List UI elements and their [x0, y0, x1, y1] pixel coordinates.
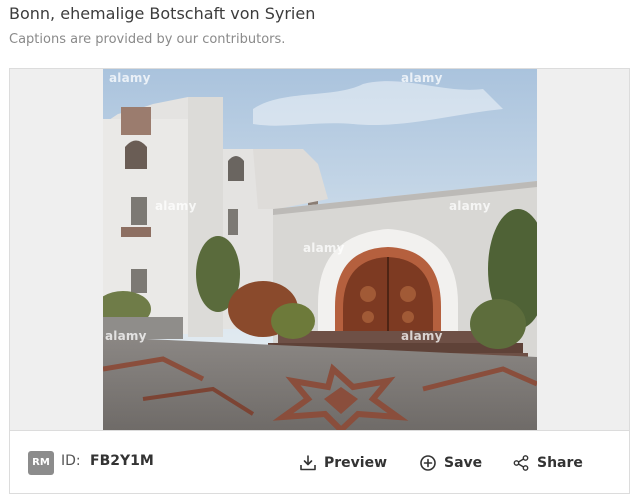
watermark: alamy [303, 241, 345, 255]
stock-photo[interactable]: alamy alamy alamy alamy alamy alamy alam… [103, 69, 537, 430]
share-button[interactable]: Share [512, 451, 583, 475]
image-id-label: ID: [61, 453, 81, 469]
page-title: Bonn, ehemalige Botschaft von Syrien [9, 4, 316, 23]
share-nodes-icon [512, 454, 530, 472]
watermark: alamy [401, 71, 443, 85]
image-id-value: FB2Y1M [90, 453, 154, 469]
save-button[interactable]: Save [419, 451, 482, 475]
image-footer: RM ID: FB2Y1M Preview Save Share [10, 430, 629, 493]
license-badge: RM [28, 451, 54, 475]
image-viewer[interactable]: alamy alamy alamy alamy alamy alamy alam… [10, 69, 629, 430]
save-label: Save [444, 455, 483, 471]
share-label: Share [537, 455, 583, 471]
watermark: alamy [109, 71, 151, 85]
preview-button[interactable]: Preview [299, 451, 387, 475]
watermark: alamy [401, 329, 443, 343]
watermark: alamy [155, 199, 197, 213]
watermark: alamy [105, 329, 147, 343]
caption-note: Captions are provided by our contributor… [9, 32, 286, 47]
plus-circle-icon [419, 454, 437, 472]
download-tray-icon [299, 454, 317, 472]
watermark: alamy [449, 199, 491, 213]
preview-label: Preview [324, 455, 388, 471]
image-card: alamy alamy alamy alamy alamy alamy alam… [9, 68, 630, 494]
